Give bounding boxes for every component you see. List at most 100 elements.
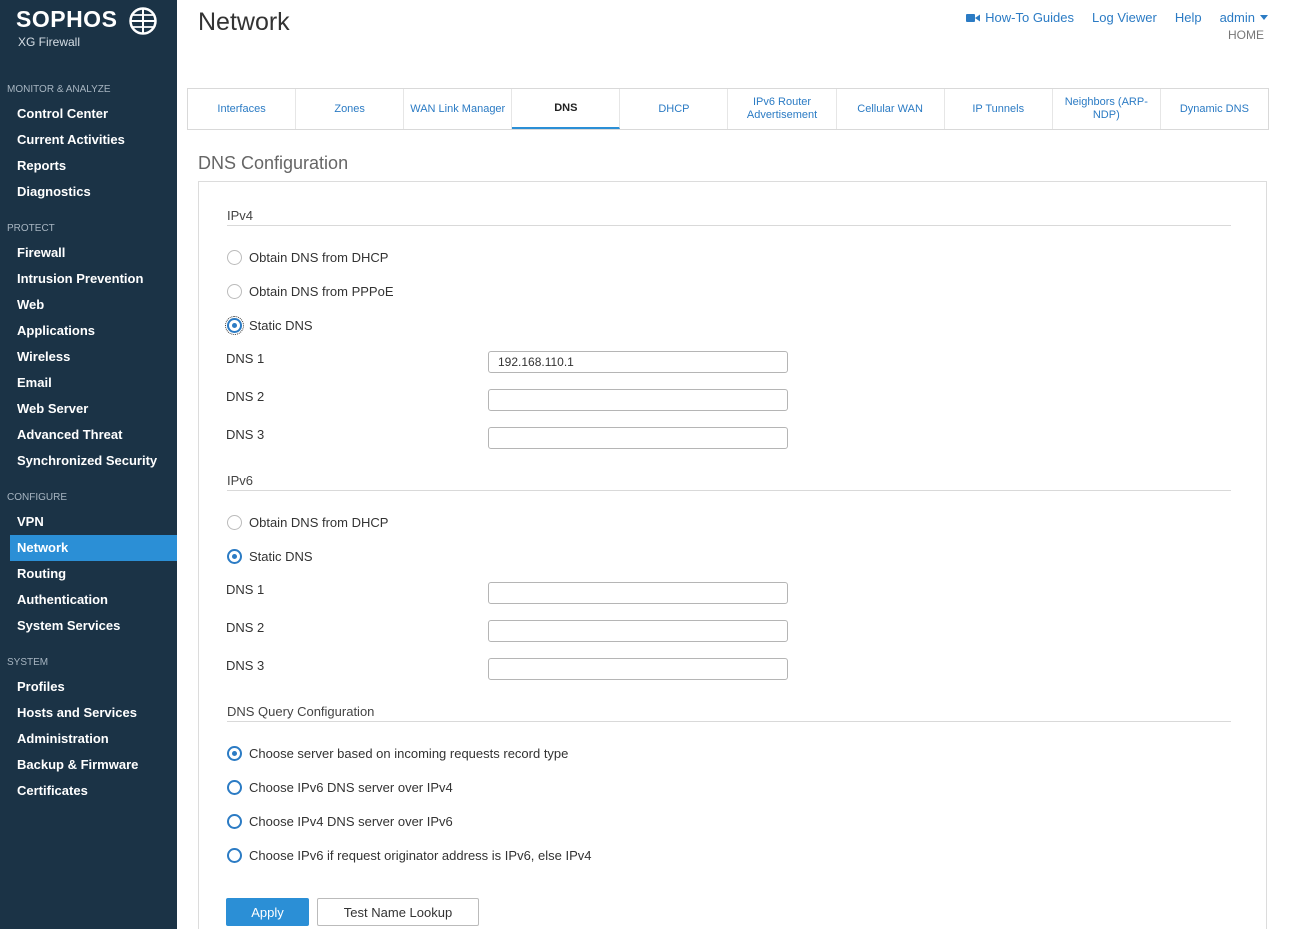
tab-ip-tunnels[interactable]: IP Tunnels — [945, 89, 1053, 129]
ipv4-dns2-label: DNS 2 — [226, 389, 265, 404]
ipv6-dns3-input[interactable] — [488, 658, 788, 680]
radio-button[interactable] — [227, 814, 242, 829]
tab-interfaces[interactable]: Interfaces — [188, 89, 297, 129]
caret-down-icon — [1260, 14, 1268, 20]
nav-item-network[interactable]: Network — [10, 535, 177, 561]
ipv4-option-pppoe[interactable]: Obtain DNS from PPPoE — [227, 284, 394, 299]
network-tabs: Interfaces Zones WAN Link Manager DNS DH… — [187, 88, 1269, 130]
radio-label: Static DNS — [249, 318, 313, 333]
dns-configuration-title: DNS Configuration — [198, 153, 349, 173]
video-camera-icon — [966, 13, 981, 22]
radio-label: Choose IPv6 if request originator addres… — [249, 848, 592, 863]
tab-wan-link-manager[interactable]: WAN Link Manager — [404, 89, 513, 129]
radio-label: Static DNS — [249, 549, 313, 564]
admin-label: admin — [1219, 10, 1255, 25]
nav-item-current-activities[interactable]: Current Activities — [10, 127, 177, 153]
nav-item-advanced-threat[interactable]: Advanced Threat — [10, 422, 177, 448]
ipv4-group-title: IPv4 — [227, 208, 254, 223]
help-link[interactable]: Help — [1175, 10, 1202, 25]
nav-section-system: SYSTEM — [7, 657, 49, 668]
query-divider — [227, 721, 1231, 722]
tab-dhcp[interactable]: DHCP — [620, 89, 729, 129]
test-name-lookup-button[interactable]: Test Name Lookup — [317, 898, 479, 926]
ipv4-divider — [227, 225, 1231, 226]
nav-item-email[interactable]: Email — [10, 370, 177, 396]
nav-item-certificates[interactable]: Certificates — [10, 778, 177, 804]
sidebar: SOPHOS XG Firewall MONITOR & ANALYZE Con… — [0, 0, 177, 929]
tab-neighbors[interactable]: Neighbors (ARP-NDP) — [1053, 89, 1161, 129]
radio-button-selected[interactable] — [225, 316, 244, 335]
query-option-ipv4-over-ipv6[interactable]: Choose IPv4 DNS server over IPv6 — [227, 814, 453, 829]
ipv4-option-static[interactable]: Static DNS — [225, 316, 313, 335]
howto-guides-link[interactable]: How-To Guides — [966, 10, 1074, 25]
radio-button[interactable] — [227, 780, 242, 795]
query-option-originator[interactable]: Choose IPv6 if request originator addres… — [227, 848, 592, 863]
nav-item-reports[interactable]: Reports — [10, 153, 177, 179]
nav-item-web-server[interactable]: Web Server — [10, 396, 177, 422]
ipv4-dns2-input[interactable] — [488, 389, 788, 411]
ipv6-dns1-input[interactable] — [488, 582, 788, 604]
query-option-record-type[interactable]: Choose server based on incoming requests… — [227, 746, 568, 761]
radio-button[interactable] — [227, 284, 242, 299]
radio-button[interactable] — [227, 515, 242, 530]
brand-name: SOPHOS — [16, 6, 118, 32]
nav-item-authentication[interactable]: Authentication — [10, 587, 177, 613]
radio-button[interactable] — [227, 250, 242, 265]
howto-guides-label: How-To Guides — [985, 10, 1075, 25]
sophos-logo[interactable]: SOPHOS XG Firewall — [16, 6, 166, 56]
ipv6-option-dhcp[interactable]: Obtain DNS from DHCP — [227, 515, 388, 530]
tab-dns[interactable]: DNS — [512, 89, 621, 129]
nav-item-applications[interactable]: Applications — [10, 318, 177, 344]
tab-zones[interactable]: Zones — [296, 89, 405, 129]
radio-button[interactable] — [227, 848, 242, 863]
ipv4-dns1-input[interactable] — [488, 351, 788, 373]
ipv4-dns3-label: DNS 3 — [226, 427, 265, 442]
nav-item-diagnostics[interactable]: Diagnostics — [10, 179, 177, 205]
radio-button-selected[interactable] — [227, 549, 242, 564]
page-title: Network — [198, 8, 290, 36]
nav-item-hosts-and-services[interactable]: Hosts and Services — [10, 700, 177, 726]
nav-item-system-services[interactable]: System Services — [10, 613, 177, 639]
nav-item-backup-firmware[interactable]: Backup & Firmware — [10, 752, 177, 778]
radio-label: Choose IPv4 DNS server over IPv6 — [249, 814, 453, 829]
home-label: HOME — [1228, 28, 1264, 42]
tab-dynamic-dns[interactable]: Dynamic DNS — [1161, 89, 1268, 129]
ipv6-dns2-label: DNS 2 — [226, 620, 265, 635]
ipv4-dns3-input[interactable] — [488, 427, 788, 449]
top-links: How-To Guides Log Viewer Help admin — [966, 10, 1268, 25]
query-option-ipv6-over-ipv4[interactable]: Choose IPv6 DNS server over IPv4 — [227, 780, 453, 795]
radio-label: Choose server based on incoming requests… — [249, 746, 569, 761]
nav-item-control-center[interactable]: Control Center — [10, 101, 177, 127]
ipv6-divider — [227, 490, 1231, 491]
nav-section-monitor: MONITOR & ANALYZE — [7, 84, 111, 95]
log-viewer-link[interactable]: Log Viewer — [1092, 10, 1157, 25]
ipv6-dns2-input[interactable] — [488, 620, 788, 642]
ipv6-dns1-label: DNS 1 — [226, 582, 265, 597]
ipv4-option-dhcp[interactable]: Obtain DNS from DHCP — [227, 250, 388, 265]
tab-ipv6-router-advertisement[interactable]: IPv6 Router Advertisement — [728, 89, 837, 129]
ipv6-option-static[interactable]: Static DNS — [227, 549, 313, 564]
nav-item-vpn[interactable]: VPN — [10, 509, 177, 535]
nav-item-administration[interactable]: Administration — [10, 726, 177, 752]
nav-item-synchronized-security[interactable]: Synchronized Security — [10, 448, 177, 474]
product-name: XG Firewall — [18, 35, 81, 49]
nav-section-configure: CONFIGURE — [7, 492, 67, 503]
admin-menu[interactable]: admin — [1220, 10, 1268, 25]
nav-item-routing[interactable]: Routing — [10, 561, 177, 587]
ipv6-group-title: IPv6 — [227, 473, 254, 488]
nav-item-web[interactable]: Web — [10, 292, 177, 318]
radio-label: Choose IPv6 DNS server over IPv4 — [249, 780, 453, 795]
ipv6-dns3-label: DNS 3 — [226, 658, 265, 673]
tab-cellular-wan[interactable]: Cellular WAN — [837, 89, 945, 129]
radio-label: Obtain DNS from DHCP — [249, 515, 389, 530]
apply-button[interactable]: Apply — [226, 898, 309, 926]
nav-item-wireless[interactable]: Wireless — [10, 344, 177, 370]
nav-item-firewall[interactable]: Firewall — [10, 240, 177, 266]
radio-button-selected[interactable] — [227, 746, 242, 761]
nav-item-profiles[interactable]: Profiles — [10, 674, 177, 700]
ipv4-dns1-label: DNS 1 — [226, 351, 265, 366]
nav-section-protect: PROTECT — [7, 223, 55, 234]
query-group-title: DNS Query Configuration — [227, 704, 375, 719]
nav-item-intrusion-prevention[interactable]: Intrusion Prevention — [10, 266, 177, 292]
radio-label: Obtain DNS from DHCP — [249, 250, 389, 265]
